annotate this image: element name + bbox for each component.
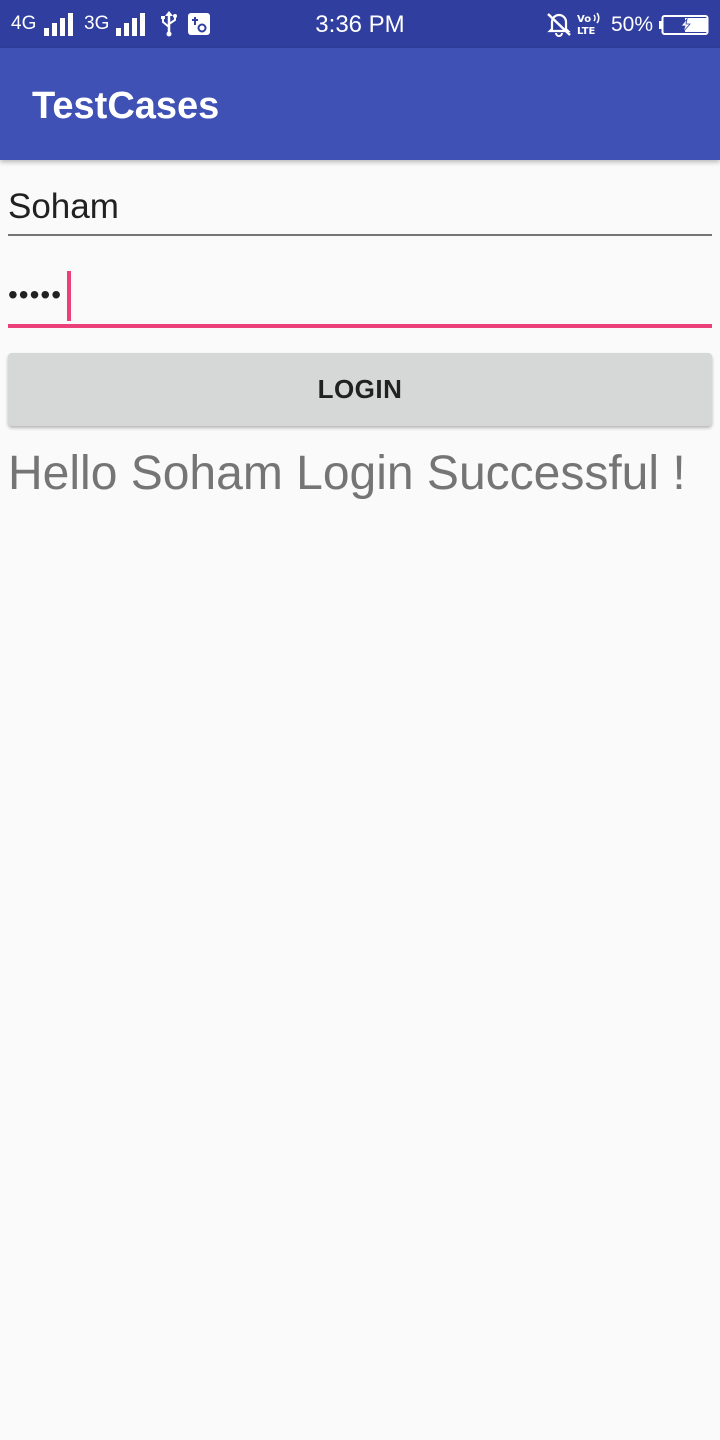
login-button[interactable]: LOGIN [8,353,712,426]
username-field[interactable]: Soham [8,178,712,236]
app-bar: TestCases [0,48,720,160]
battery-charging-icon [659,15,709,35]
app-title: TestCases [32,85,220,127]
svg-text:LTE: LTE [577,26,596,36]
password-value: ••••• [8,279,63,310]
volte-icon: Vo LTE [576,10,602,38]
username-value: Soham [8,187,119,226]
password-field[interactable]: ••••• [8,262,712,328]
alarm-off-icon [546,10,572,38]
status-bar: 4G 3G 3:36 PM Vo LTE 50% [0,0,720,48]
login-result-message: Hello Soham Login Successful ! [8,447,686,500]
battery-percent: 50% [611,13,654,36]
text-cursor [67,271,71,321]
svg-text:Vo: Vo [577,14,591,25]
